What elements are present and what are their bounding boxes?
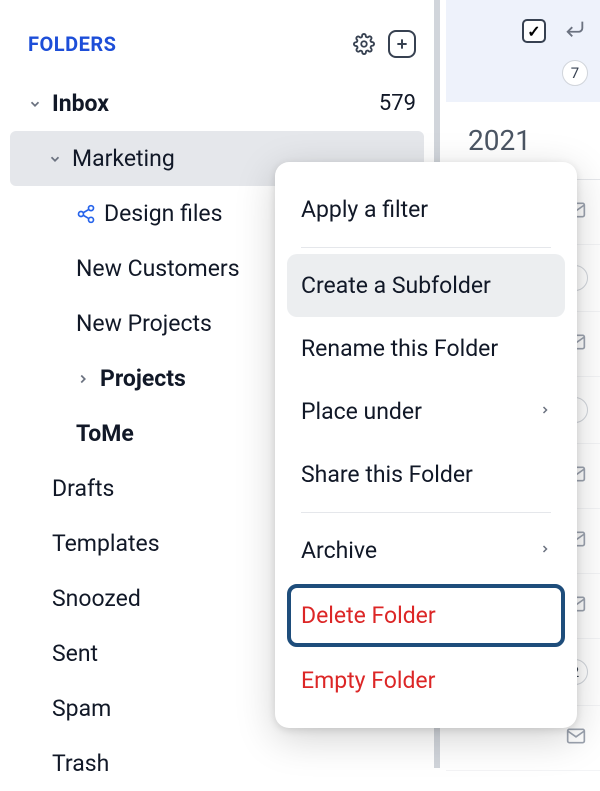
menu-divider bbox=[301, 247, 551, 248]
menu-item-apply-a-filter[interactable]: Apply a filter bbox=[287, 178, 565, 241]
menu-item-share-this-folder[interactable]: Share this Folder bbox=[287, 443, 565, 506]
folder-item-inbox[interactable]: Inbox579 bbox=[0, 76, 434, 131]
chevron-right-icon[interactable] bbox=[76, 372, 92, 386]
folder-context-menu: Apply a filter Create a Subfolder Rename t… bbox=[275, 162, 577, 728]
folder-item-trash[interactable]: Trash bbox=[0, 736, 434, 791]
chevron-right-icon bbox=[539, 400, 551, 424]
menu-item-label: Apply a filter bbox=[301, 196, 428, 223]
add-folder-icon[interactable] bbox=[388, 30, 416, 58]
menu-item-label: Empty Folder bbox=[301, 667, 435, 694]
folders-header: FOLDERS bbox=[0, 0, 434, 76]
gear-icon[interactable] bbox=[350, 30, 378, 58]
folder-count: 579 bbox=[379, 91, 416, 116]
menu-item-label: Rename this Folder bbox=[301, 335, 498, 362]
unread-count-badge: 7 bbox=[562, 60, 588, 86]
menu-item-delete-folder[interactable]: Delete Folder bbox=[287, 584, 565, 647]
menu-item-empty-folder[interactable]: Empty Folder bbox=[287, 649, 565, 712]
menu-item-label: Share this Folder bbox=[301, 461, 473, 488]
folders-actions bbox=[350, 30, 416, 58]
chevron-down-icon[interactable] bbox=[48, 152, 64, 166]
folder-label: Inbox bbox=[52, 90, 379, 117]
folder-label: Trash bbox=[52, 750, 416, 777]
menu-item-label: Place under bbox=[301, 398, 422, 425]
chevron-down-icon[interactable] bbox=[28, 97, 44, 111]
menu-item-place-under[interactable]: Place under bbox=[287, 380, 565, 443]
chevron-right-icon bbox=[539, 539, 551, 563]
envelope-icon bbox=[564, 726, 588, 750]
menu-item-create-a-subfolder[interactable]: Create a Subfolder bbox=[287, 254, 565, 317]
menu-item-rename-this-folder[interactable]: Rename this Folder bbox=[287, 317, 565, 380]
menu-item-label: Delete Folder bbox=[301, 602, 436, 629]
menu-divider bbox=[301, 512, 551, 513]
unread-badge-row: 7 bbox=[446, 52, 600, 102]
menu-item-archive[interactable]: Archive bbox=[287, 519, 565, 582]
reply-icon[interactable] bbox=[562, 18, 588, 44]
folders-title: FOLDERS bbox=[28, 32, 116, 56]
select-all-checkbox-icon[interactable]: ✓ bbox=[522, 19, 546, 43]
mail-list-toolbar: ✓ bbox=[446, 0, 600, 52]
menu-item-label: Archive bbox=[301, 537, 377, 564]
share-icon bbox=[76, 204, 96, 224]
menu-item-label: Create a Subfolder bbox=[301, 272, 491, 299]
